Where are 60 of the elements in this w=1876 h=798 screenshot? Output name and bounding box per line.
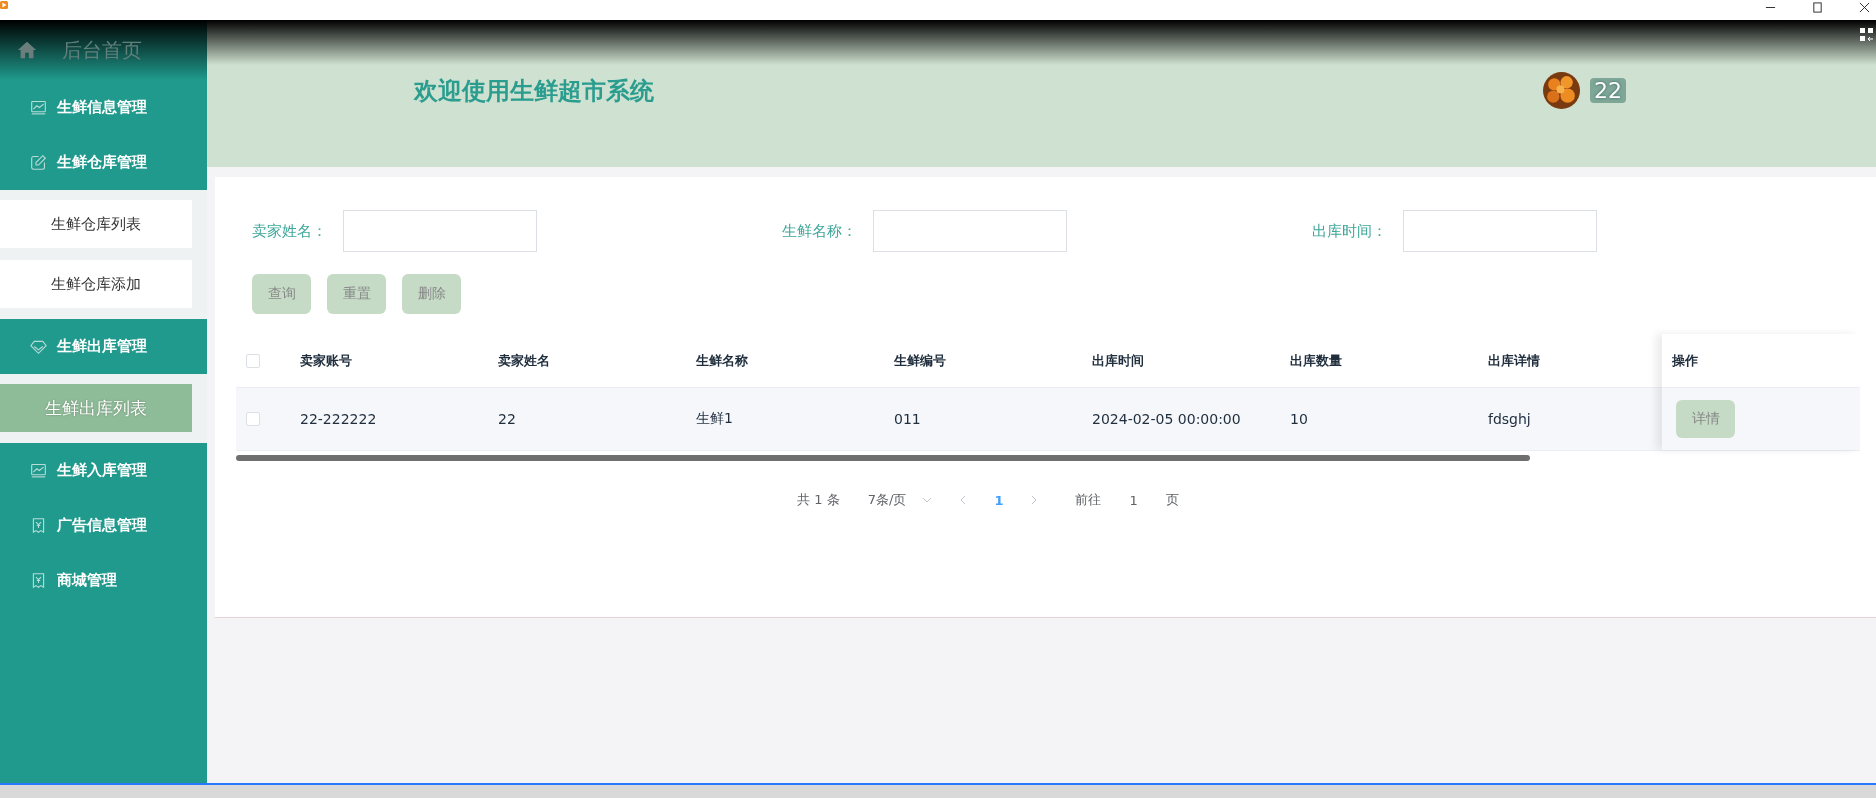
previous-page-icon[interactable] xyxy=(960,495,967,505)
column-header: 卖家账号 xyxy=(300,352,352,368)
column-header: 生鲜编号 xyxy=(894,352,946,368)
home-link[interactable]: 后台首页 xyxy=(62,36,142,64)
page-title: 欢迎使用生鲜超市系统 xyxy=(414,75,654,107)
table-cell: 22-222222 xyxy=(300,411,377,427)
chevron-down-icon[interactable] xyxy=(922,497,933,503)
input-field[interactable] xyxy=(343,210,537,252)
receipt-icon xyxy=(30,517,47,534)
checkbox[interactable] xyxy=(246,412,260,426)
total-count: 共 1 条 xyxy=(797,491,840,509)
edit-icon xyxy=(30,154,47,171)
scrollbar[interactable] xyxy=(236,455,1530,461)
user-name[interactable]: 22 xyxy=(1590,78,1626,103)
diamond-icon xyxy=(30,338,47,355)
fullscreen-icon[interactable] xyxy=(1860,28,1874,42)
page-input[interactable]: 1 xyxy=(1129,492,1138,508)
menu-item[interactable]: 生鲜出库管理 xyxy=(0,319,207,374)
detail-button[interactable]: 详情 xyxy=(1676,400,1735,438)
column-header: 出库详情 xyxy=(1488,352,1540,368)
checkbox[interactable] xyxy=(246,353,260,368)
close-icon[interactable] xyxy=(1859,2,1870,13)
goto-label: 前往 xyxy=(1075,491,1102,509)
chart-icon xyxy=(30,462,47,479)
menu-item[interactable]: 生鲜入库管理 xyxy=(0,443,207,498)
filter-label: 生鲜名称： xyxy=(782,221,858,241)
action-button[interactable]: 删除 xyxy=(402,274,461,314)
menu-item[interactable]: 商城管理 xyxy=(0,553,207,608)
avatar[interactable] xyxy=(1543,72,1580,109)
menu-item[interactable]: 生鲜仓库管理 xyxy=(0,135,207,190)
receipt-icon xyxy=(30,572,47,589)
column-header: 操作 xyxy=(1672,351,1698,370)
column-header: 生鲜名称 xyxy=(696,352,748,368)
table-cell: 011 xyxy=(894,411,921,427)
submenu-item[interactable]: 生鲜仓库添加 xyxy=(0,260,192,308)
input-field[interactable] xyxy=(1403,210,1597,252)
table-cell: fdsghj xyxy=(1488,411,1531,427)
table-cell: 2024-02-05 00:00:00 xyxy=(1092,411,1241,427)
column-header: 卖家姓名 xyxy=(498,352,550,368)
home-icon[interactable] xyxy=(16,39,38,61)
column-header: 出库时间 xyxy=(1092,352,1144,368)
submenu-item[interactable]: 生鲜仓库列表 xyxy=(0,200,192,248)
action-button[interactable]: 重置 xyxy=(327,274,386,314)
menu-item[interactable]: 广告信息管理 xyxy=(0,498,207,553)
page-size-select[interactable]: 7条/页 xyxy=(867,491,933,509)
filter-label: 出库时间： xyxy=(1312,221,1388,241)
chart-icon xyxy=(30,99,47,116)
next-page-icon[interactable] xyxy=(1031,495,1038,505)
page-number[interactable]: 1 xyxy=(994,492,1004,508)
filter-label: 卖家姓名： xyxy=(252,221,328,241)
column-header: 出库数量 xyxy=(1290,352,1342,368)
input-field[interactable] xyxy=(873,210,1067,252)
menu-item[interactable]: 生鲜信息管理 xyxy=(0,80,207,135)
maximize-icon[interactable] xyxy=(1812,2,1823,13)
table-cell: 10 xyxy=(1290,411,1308,427)
table-cell: 生鲜1 xyxy=(696,410,733,426)
goto-suffix: 页 xyxy=(1165,491,1179,509)
action-button[interactable]: 查询 xyxy=(252,274,311,314)
submenu-item[interactable]: 生鲜出库列表 xyxy=(0,384,192,432)
table-cell: 22 xyxy=(498,411,516,427)
